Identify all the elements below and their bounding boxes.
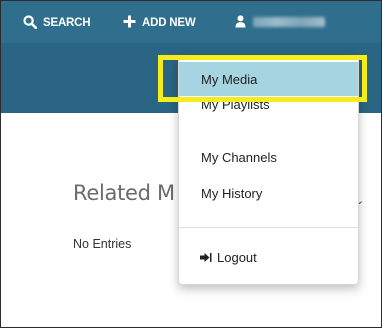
no-entries-text: No Entries [73, 237, 132, 251]
menu-item-my-channels[interactable]: My Channels [179, 142, 358, 172]
username-blurred [253, 17, 325, 27]
logout-icon [199, 251, 212, 266]
menu-divider [179, 227, 358, 228]
top-navigation-bar: SEARCH ADD NEW [1, 1, 381, 43]
menu-item-my-media[interactable]: My Media [179, 62, 358, 96]
search-icon [23, 14, 38, 32]
add-new-button[interactable]: ADD NEW [123, 13, 196, 33]
menu-item-my-history[interactable]: My History [179, 178, 358, 208]
app-frame: SEARCH ADD NEW Related M ⌄ No Entries My… [0, 0, 382, 328]
menu-item-label: My Channels [201, 149, 277, 165]
menu-item-logout[interactable]: Logout [179, 242, 358, 272]
menu-item-label: My Playlists [201, 97, 270, 112]
logout-label: Logout [217, 249, 257, 265]
user-menu-button[interactable] [235, 13, 252, 33]
menu-item-label: My History [201, 185, 263, 201]
add-new-label: ADD NEW [142, 17, 196, 29]
related-media-heading: Related M [73, 181, 175, 205]
search-label: SEARCH [43, 17, 91, 29]
user-dropdown-menu: My Media My Playlists My Channels My His… [178, 55, 359, 285]
user-icon [235, 15, 246, 31]
menu-item-label: My Media [201, 71, 258, 87]
plus-icon [123, 15, 136, 31]
search-button[interactable]: SEARCH [23, 13, 91, 33]
menu-item-my-playlists[interactable]: My Playlists [179, 96, 358, 114]
